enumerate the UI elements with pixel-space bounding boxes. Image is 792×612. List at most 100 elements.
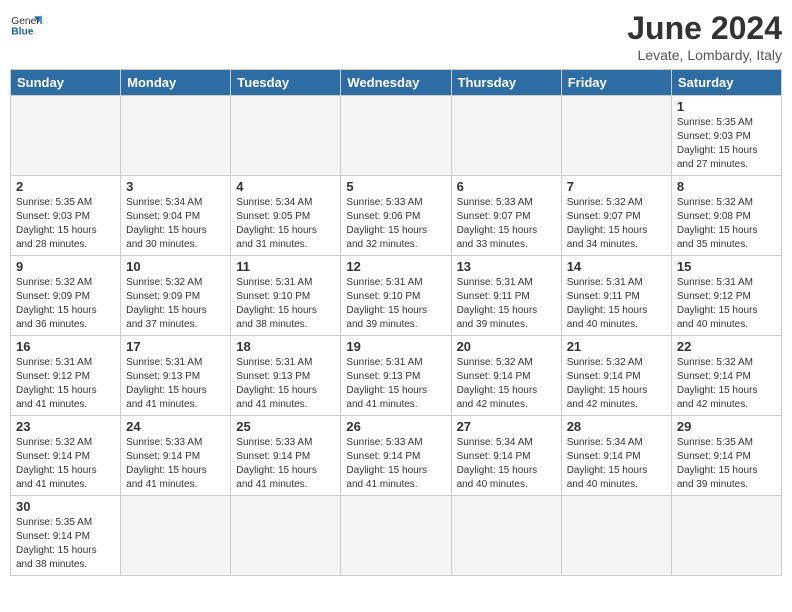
calendar-day-cell bbox=[671, 496, 781, 576]
calendar-day-cell bbox=[561, 496, 671, 576]
day-info: Sunrise: 5:31 AM Sunset: 9:12 PM Dayligh… bbox=[677, 276, 776, 332]
weekday-header-tuesday: Tuesday bbox=[231, 70, 341, 96]
calendar-day-cell: 12 Sunrise: 5:31 AM Sunset: 9:10 PM Dayli… bbox=[341, 256, 451, 336]
calendar-day-cell: 9 Sunrise: 5:32 AM Sunset: 9:09 PM Daylig… bbox=[11, 256, 121, 336]
weekday-header-monday: Monday bbox=[121, 70, 231, 96]
calendar-day-cell: 30 Sunrise: 5:35 AM Sunset: 9:14 PM Dayli… bbox=[11, 496, 121, 576]
day-info: Sunrise: 5:31 AM Sunset: 9:11 PM Dayligh… bbox=[457, 276, 556, 332]
weekday-header-sunday: Sunday bbox=[11, 70, 121, 96]
calendar-day-cell: 24 Sunrise: 5:33 AM Sunset: 9:14 PM Dayli… bbox=[121, 416, 231, 496]
day-info: Sunrise: 5:35 AM Sunset: 9:03 PM Dayligh… bbox=[677, 116, 776, 172]
day-info: Sunrise: 5:31 AM Sunset: 9:11 PM Dayligh… bbox=[567, 276, 666, 332]
day-info: Sunrise: 5:33 AM Sunset: 9:14 PM Dayligh… bbox=[236, 436, 335, 492]
day-info: Sunrise: 5:35 AM Sunset: 9:14 PM Dayligh… bbox=[677, 436, 776, 492]
day-info: Sunrise: 5:34 AM Sunset: 9:14 PM Dayligh… bbox=[457, 436, 556, 492]
day-number: 5 bbox=[346, 179, 445, 194]
day-number: 14 bbox=[567, 259, 666, 274]
day-info: Sunrise: 5:35 AM Sunset: 9:14 PM Dayligh… bbox=[16, 516, 115, 572]
day-number: 19 bbox=[346, 339, 445, 354]
calendar-day-cell: 22Sunrise: 5:32 AM Sunset: 9:14 PM Dayli… bbox=[671, 336, 781, 416]
day-number: 26 bbox=[346, 419, 445, 434]
calendar-day-cell: 15 Sunrise: 5:31 AM Sunset: 9:12 PM Dayli… bbox=[671, 256, 781, 336]
calendar-week-row: 30 Sunrise: 5:35 AM Sunset: 9:14 PM Dayli… bbox=[11, 496, 782, 576]
weekday-header-row: SundayMondayTuesdayWednesdayThursdayFrid… bbox=[11, 70, 782, 96]
day-number: 29 bbox=[677, 419, 776, 434]
day-info: Sunrise: 5:32 AM Sunset: 9:08 PM Dayligh… bbox=[677, 196, 776, 252]
location-subtitle: Levate, Lombardy, Italy bbox=[627, 47, 782, 63]
day-info: Sunrise: 5:33 AM Sunset: 9:14 PM Dayligh… bbox=[346, 436, 445, 492]
day-info: Sunrise: 5:32 AM Sunset: 9:14 PM Dayligh… bbox=[677, 356, 776, 412]
day-info: Sunrise: 5:33 AM Sunset: 9:06 PM Dayligh… bbox=[346, 196, 445, 252]
calendar-day-cell bbox=[341, 96, 451, 176]
day-info: Sunrise: 5:31 AM Sunset: 9:12 PM Dayligh… bbox=[16, 356, 115, 412]
day-info: Sunrise: 5:33 AM Sunset: 9:14 PM Dayligh… bbox=[126, 436, 225, 492]
day-number: 27 bbox=[457, 419, 556, 434]
day-info: Sunrise: 5:34 AM Sunset: 9:14 PM Dayligh… bbox=[567, 436, 666, 492]
day-number: 10 bbox=[126, 259, 225, 274]
day-info: Sunrise: 5:31 AM Sunset: 9:10 PM Dayligh… bbox=[236, 276, 335, 332]
weekday-header-thursday: Thursday bbox=[451, 70, 561, 96]
day-info: Sunrise: 5:32 AM Sunset: 9:09 PM Dayligh… bbox=[16, 276, 115, 332]
day-number: 18 bbox=[236, 339, 335, 354]
calendar-week-row: 2Sunrise: 5:35 AM Sunset: 9:03 PM Daylig… bbox=[11, 176, 782, 256]
calendar-day-cell: 14 Sunrise: 5:31 AM Sunset: 9:11 PM Dayli… bbox=[561, 256, 671, 336]
calendar-day-cell: 20Sunrise: 5:32 AM Sunset: 9:14 PM Dayli… bbox=[451, 336, 561, 416]
calendar-day-cell: 29 Sunrise: 5:35 AM Sunset: 9:14 PM Dayli… bbox=[671, 416, 781, 496]
day-number: 13 bbox=[457, 259, 556, 274]
calendar-day-cell: 13 Sunrise: 5:31 AM Sunset: 9:11 PM Dayli… bbox=[451, 256, 561, 336]
calendar-day-cell: 21 Sunrise: 5:32 AM Sunset: 9:14 PM Dayli… bbox=[561, 336, 671, 416]
day-info: Sunrise: 5:32 AM Sunset: 9:14 PM Dayligh… bbox=[16, 436, 115, 492]
day-info: Sunrise: 5:31 AM Sunset: 9:13 PM Dayligh… bbox=[126, 356, 225, 412]
weekday-header-wednesday: Wednesday bbox=[341, 70, 451, 96]
calendar-day-cell: 19Sunrise: 5:31 AM Sunset: 9:13 PM Dayli… bbox=[341, 336, 451, 416]
calendar-day-cell bbox=[231, 496, 341, 576]
calendar-week-row: 16 Sunrise: 5:31 AM Sunset: 9:12 PM Dayli… bbox=[11, 336, 782, 416]
logo: General Blue bbox=[10, 10, 42, 42]
day-number: 25 bbox=[236, 419, 335, 434]
calendar-day-cell: 6Sunrise: 5:33 AM Sunset: 9:07 PM Daylig… bbox=[451, 176, 561, 256]
day-number: 12 bbox=[346, 259, 445, 274]
calendar-day-cell: 10 Sunrise: 5:32 AM Sunset: 9:09 PM Dayli… bbox=[121, 256, 231, 336]
calendar-week-row: 9 Sunrise: 5:32 AM Sunset: 9:09 PM Daylig… bbox=[11, 256, 782, 336]
day-number: 3 bbox=[126, 179, 225, 194]
calendar-day-cell bbox=[121, 496, 231, 576]
day-number: 30 bbox=[16, 499, 115, 514]
day-number: 8 bbox=[677, 179, 776, 194]
day-number: 17 bbox=[126, 339, 225, 354]
calendar-day-cell: 27 Sunrise: 5:34 AM Sunset: 9:14 PM Dayli… bbox=[451, 416, 561, 496]
calendar-day-cell: 8 Sunrise: 5:32 AM Sunset: 9:08 PM Daylig… bbox=[671, 176, 781, 256]
calendar-day-cell: 11 Sunrise: 5:31 AM Sunset: 9:10 PM Dayli… bbox=[231, 256, 341, 336]
calendar-week-row: 23Sunrise: 5:32 AM Sunset: 9:14 PM Dayli… bbox=[11, 416, 782, 496]
calendar-day-cell bbox=[451, 496, 561, 576]
calendar-day-cell: 1Sunrise: 5:35 AM Sunset: 9:03 PM Daylig… bbox=[671, 96, 781, 176]
day-number: 6 bbox=[457, 179, 556, 194]
day-number: 11 bbox=[236, 259, 335, 274]
calendar-day-cell: 4Sunrise: 5:34 AM Sunset: 9:05 PM Daylig… bbox=[231, 176, 341, 256]
title-area: June 2024 Levate, Lombardy, Italy bbox=[627, 10, 782, 63]
logo-icon: General Blue bbox=[10, 10, 42, 42]
calendar-day-cell: 3Sunrise: 5:34 AM Sunset: 9:04 PM Daylig… bbox=[121, 176, 231, 256]
svg-text:Blue: Blue bbox=[11, 26, 33, 37]
calendar-day-cell: 17 Sunrise: 5:31 AM Sunset: 9:13 PM Dayli… bbox=[121, 336, 231, 416]
day-number: 28 bbox=[567, 419, 666, 434]
day-info: Sunrise: 5:32 AM Sunset: 9:09 PM Dayligh… bbox=[126, 276, 225, 332]
day-info: Sunrise: 5:32 AM Sunset: 9:14 PM Dayligh… bbox=[567, 356, 666, 412]
day-number: 16 bbox=[16, 339, 115, 354]
day-number: 2 bbox=[16, 179, 115, 194]
calendar-day-cell bbox=[121, 96, 231, 176]
month-title: June 2024 bbox=[627, 10, 782, 47]
calendar-day-cell bbox=[231, 96, 341, 176]
calendar-day-cell bbox=[451, 96, 561, 176]
day-info: Sunrise: 5:34 AM Sunset: 9:05 PM Dayligh… bbox=[236, 196, 335, 252]
calendar-day-cell: 26 Sunrise: 5:33 AM Sunset: 9:14 PM Dayli… bbox=[341, 416, 451, 496]
weekday-header-friday: Friday bbox=[561, 70, 671, 96]
day-number: 24 bbox=[126, 419, 225, 434]
day-number: 21 bbox=[567, 339, 666, 354]
day-info: Sunrise: 5:31 AM Sunset: 9:10 PM Dayligh… bbox=[346, 276, 445, 332]
day-info: Sunrise: 5:31 AM Sunset: 9:13 PM Dayligh… bbox=[236, 356, 335, 412]
day-number: 15 bbox=[677, 259, 776, 274]
calendar-day-cell: 23Sunrise: 5:32 AM Sunset: 9:14 PM Dayli… bbox=[11, 416, 121, 496]
day-number: 9 bbox=[16, 259, 115, 274]
calendar-day-cell: 7Sunrise: 5:32 AM Sunset: 9:07 PM Daylig… bbox=[561, 176, 671, 256]
day-info: Sunrise: 5:32 AM Sunset: 9:07 PM Dayligh… bbox=[567, 196, 666, 252]
